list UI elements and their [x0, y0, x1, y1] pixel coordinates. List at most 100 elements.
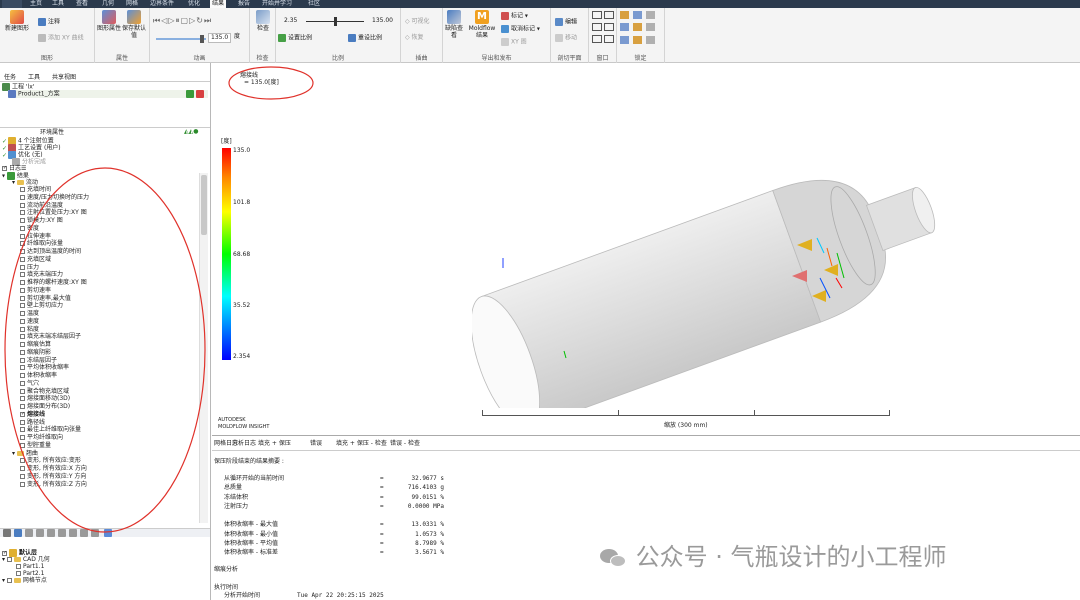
group-inspect: 检查 检查 — [250, 8, 276, 63]
window-layout-3-icon[interactable] — [592, 23, 602, 31]
lock-icon-5[interactable] — [633, 23, 642, 32]
legend-tick-4: 35.52 — [233, 302, 251, 309]
reset-scale-button[interactable]: 重设比例 — [348, 34, 382, 43]
menu-home[interactable]: 主页 — [30, 0, 42, 8]
moldflow-results-button[interactable]: M Moldflow 结果 — [465, 10, 499, 39]
moldflow-logo-icon: M — [475, 10, 489, 24]
add-xy-curve-button[interactable]: 添加 XY 曲线 — [38, 34, 84, 43]
layer-mesh[interactable]: ▾ 网格节点 — [2, 577, 47, 584]
log-tab-errors[interactable]: 错误 — [310, 440, 322, 448]
group-export: 缺陷查看 M Moldflow 结果 标记 ▾ 取消标记 ▾ XY 图 导出和发… — [443, 8, 551, 63]
lock-icon-8[interactable] — [633, 35, 642, 44]
log-section-sink: 缩痕分析 — [214, 566, 239, 573]
lock-icon-9[interactable] — [646, 35, 655, 44]
color-legend-bar — [222, 148, 231, 360]
menu-learn[interactable]: 开始并学习 — [262, 0, 292, 8]
menu-community[interactable]: 社区 — [308, 0, 320, 8]
lock-icon-2[interactable] — [633, 11, 642, 19]
log-panel: 网格日志 分析日志 填充 + 保压 错误 填充 + 保压 - 检查 错误 - 检… — [212, 435, 1080, 600]
new-shape-button[interactable]: 新建图形 — [3, 10, 31, 32]
layer-default-checkbox[interactable] — [2, 550, 7, 556]
inspect-button[interactable]: 检查 — [252, 10, 274, 32]
unmark-button[interactable]: 取消标记 ▾ — [501, 25, 540, 34]
angle-unit: 度 — [234, 33, 241, 40]
mark-icon — [501, 12, 509, 20]
tab-shared-view[interactable]: 共享视图 — [52, 72, 76, 81]
environment-properties[interactable]: 环境属性 — [40, 129, 64, 136]
restore-button[interactable]: ◇ 恢复 — [405, 34, 424, 42]
reset-scale-icon — [348, 34, 356, 42]
group-label-export: 导出和发布 — [481, 55, 512, 62]
visualize-button[interactable]: ◇ 可视化 — [405, 18, 430, 26]
edit-cutplane-button[interactable]: 编辑 — [555, 18, 577, 27]
log-tab-analysis[interactable]: 分析日志 — [232, 440, 256, 448]
menu-mesh[interactable]: 网格 — [126, 0, 138, 8]
lock-icon-3[interactable] — [646, 11, 655, 19]
app-menu-button[interactable] — [2, 0, 22, 8]
move-cutplane-button[interactable]: 移动 — [555, 34, 577, 43]
layer-part1[interactable]: Part1.1 — [16, 563, 44, 570]
log-tab-fill-pack[interactable]: 填充 + 保压 — [258, 440, 291, 448]
window-layout-5-icon[interactable] — [592, 35, 602, 43]
lock-icon-1[interactable] — [620, 11, 629, 19]
playback-controls[interactable]: ⏮◁▷⏸▢▷↻⏭ — [153, 17, 212, 25]
scale-min-value[interactable]: 2.35 — [284, 17, 297, 25]
mark-button[interactable]: 标记 ▾ — [501, 12, 528, 21]
layer-part2[interactable]: Part2.1 — [16, 570, 44, 577]
stop-icon[interactable]: ▢ — [181, 16, 190, 25]
animation-slider[interactable] — [156, 38, 206, 40]
layer-cad[interactable]: ▾ CAD 几何 — [2, 556, 50, 563]
scale-max-value[interactable]: 135.00 — [372, 17, 393, 25]
log-section-time: 执行时间 — [214, 584, 239, 591]
tab-divider — [0, 81, 210, 82]
set-scale-icon — [278, 34, 286, 42]
layer-part1-checkbox[interactable] — [16, 564, 21, 569]
menu-results[interactable]: 结果 — [210, 0, 227, 8]
menu-tools[interactable]: 工具 — [52, 0, 64, 8]
window-layout-6-icon[interactable] — [604, 35, 614, 43]
scale-slider-thumb[interactable] — [334, 17, 337, 26]
log-row: 体积收缩率 - 最小值 = 1.0573 % — [224, 530, 444, 538]
set-scale-button[interactable]: 设置比例 — [278, 34, 312, 43]
lock-icon-4[interactable] — [620, 23, 629, 32]
study-node[interactable]: Product1_方案 — [8, 90, 208, 98]
shape-properties-button[interactable]: 图形属性 — [97, 10, 121, 32]
layer-part2-checkbox[interactable] — [16, 571, 21, 576]
tab-tasks[interactable]: 任务 — [4, 72, 16, 81]
log-row: 冻结体积 = 99.0151 % — [224, 493, 444, 501]
menu-geometry[interactable]: 几何 — [102, 0, 114, 8]
animation-slider-thumb[interactable] — [200, 35, 204, 43]
layer-cad-checkbox[interactable] — [6, 557, 12, 562]
menu-view[interactable]: 查看 — [76, 0, 88, 8]
bottle-model[interactable] — [472, 138, 942, 408]
menu-optimize[interactable]: 优化 — [188, 0, 200, 8]
model-viewport[interactable]: 熔接线 = 135.0[度] [度] 135.0 101.8 68.68 35.… — [212, 63, 1080, 435]
forward-icon[interactable]: ⏭ — [204, 16, 212, 25]
loop-icon[interactable]: ↻ — [196, 16, 204, 25]
defect-view-button[interactable]: 缺陷查看 — [444, 10, 464, 39]
move-icon — [555, 34, 563, 42]
log-tab-fill-pack-check[interactable]: 填充 + 保压 - 检查 — [336, 440, 387, 448]
menu-boundary[interactable]: 边界条件 — [150, 0, 174, 8]
angle-input[interactable]: 135.0 — [208, 33, 232, 43]
group-label-cutplane: 剖切平面 — [557, 55, 582, 62]
log-row: 从循环开始的当前时间 = 32.9677 s — [224, 475, 444, 482]
annotation-button[interactable]: 注释 — [38, 18, 60, 27]
menu-bar: 主页 工具 查看 几何 网格 边界条件 优化 结果 报告 开始并学习 社区 — [0, 0, 1080, 8]
window-layout-2-icon[interactable] — [604, 11, 614, 19]
play-icon[interactable]: ▷ — [168, 16, 175, 25]
defect-view-icon — [447, 10, 461, 24]
lock-icon-6[interactable] — [646, 23, 655, 32]
lock-icon-7[interactable] — [620, 35, 629, 44]
layer-mesh-checkbox[interactable] — [6, 578, 12, 583]
red-annotation-ellipse-tree — [4, 167, 206, 533]
tab-tools[interactable]: 工具 — [28, 72, 40, 81]
menu-report[interactable]: 报告 — [238, 0, 250, 8]
rewind-icon[interactable]: ⏮ — [153, 16, 161, 25]
window-layout-1-icon[interactable] — [592, 11, 602, 19]
save-default-button[interactable]: 保存默认值 — [121, 10, 147, 39]
legend-tick-2: 101.8 — [233, 199, 251, 206]
window-layout-4-icon[interactable] — [604, 23, 614, 31]
xy-chart-button[interactable]: XY 图 — [501, 38, 527, 47]
log-tab-errors-check[interactable]: 错误 - 检查 — [390, 440, 420, 448]
